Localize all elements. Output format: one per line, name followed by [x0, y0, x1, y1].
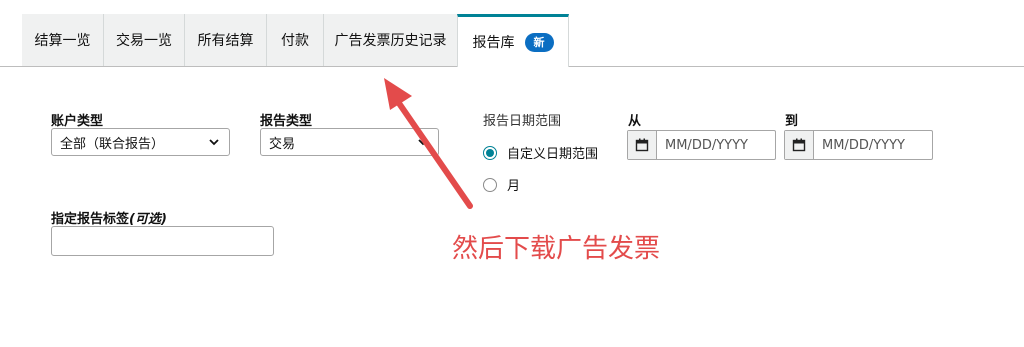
report-type-label: 报告类型: [260, 114, 313, 129]
annotation-text: 然后下载广告发票: [452, 234, 661, 264]
account-type-value: 全部（联合报告）: [60, 136, 165, 152]
from-date-field[interactable]: MM/DD/YYYY: [627, 130, 776, 160]
tab-label: 付款: [281, 33, 309, 49]
radio-label: 自定义日期范围: [507, 147, 599, 162]
optional-hint: (可选): [129, 212, 167, 227]
to-date-placeholder: MM/DD/YYYY: [822, 137, 905, 153]
radio-custom-date-range[interactable]: 自定义日期范围: [483, 143, 598, 162]
report-tag-label-text: 指定报告标签: [51, 212, 130, 227]
tab-ad-invoice-history[interactable]: 广告发票历史记录: [324, 14, 458, 66]
account-type-select[interactable]: 全部（联合报告）: [51, 128, 230, 156]
from-date-placeholder: MM/DD/YYYY: [665, 137, 748, 153]
report-tag-input[interactable]: [51, 226, 274, 256]
chevron-down-icon: [209, 139, 219, 146]
tab-payments[interactable]: 付款: [267, 14, 324, 66]
tab-label: 交易一览: [116, 33, 172, 49]
report-type-value: 交易: [269, 136, 296, 152]
radio-label: 月: [507, 179, 521, 194]
tab-settlement-summary[interactable]: 结算一览: [22, 14, 104, 66]
tab-all-settlements[interactable]: 所有结算: [185, 14, 267, 66]
tab-label: 所有结算: [197, 33, 254, 49]
new-badge: 新: [524, 32, 554, 52]
tab-label: 报告库: [472, 35, 515, 51]
annotation-arrow-icon: [384, 78, 473, 209]
tab-transaction-summary[interactable]: 交易一览: [104, 14, 185, 66]
report-tag-label: 指定报告标签(可选): [51, 208, 167, 227]
account-type-label: 账户类型: [51, 114, 104, 129]
to-date-field[interactable]: MM/DD/YYYY: [784, 130, 933, 160]
tab-bar: 结算一览 交易一览 所有结算 付款 广告发票历史记录 报告库 新: [0, 0, 1024, 67]
calendar-icon[interactable]: [785, 131, 814, 159]
to-label: 到: [785, 114, 799, 129]
tab-label: 广告发票历史记录: [334, 33, 447, 49]
from-label: 从: [628, 114, 642, 129]
tab-label: 结算一览: [34, 33, 91, 49]
calendar-icon[interactable]: [628, 131, 657, 159]
date-range-label: 报告日期范围: [483, 114, 562, 129]
